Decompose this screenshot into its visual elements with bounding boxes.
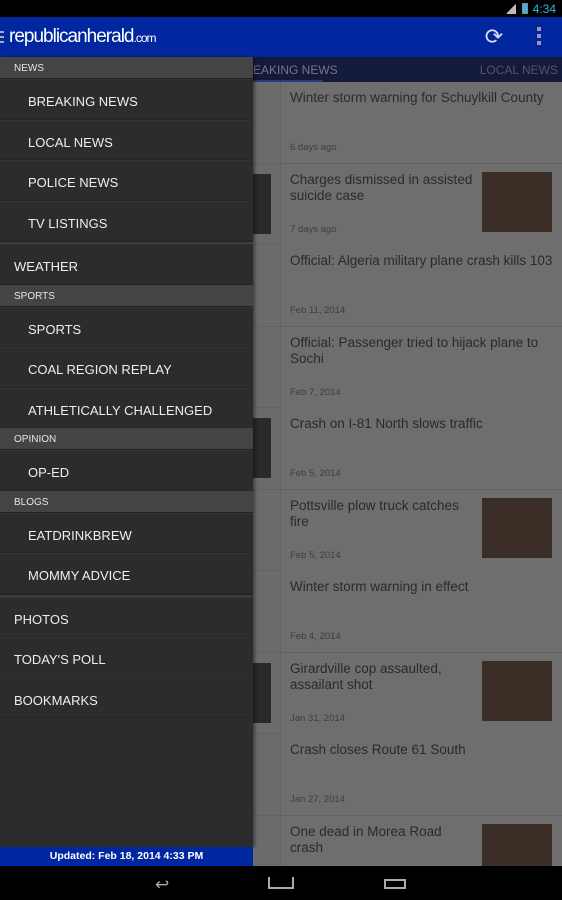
recents-icon[interactable] [384,879,406,889]
article-title: Charges dismissed in assisted suicide ca… [290,171,473,203]
drawer-item-coal-region-replay[interactable]: COAL REGION REPLAY [0,347,253,388]
article-card[interactable]: Winter storm warning for Schuylkill Coun… [280,82,562,163]
drawer-item-weather[interactable]: WEATHER [0,244,253,285]
drawer-item-local-news[interactable]: LOCAL NEWS [0,119,253,160]
article-date: Feb 5, 2014 [290,549,341,561]
drawer-item-sports[interactable]: SPORTS [0,306,253,347]
drawer-item-mommy-advice[interactable]: MOMMY ADVICE [0,553,253,594]
drawer-item-bookmarks[interactable]: BOOKMARKS [0,677,253,718]
article-date: Feb 4, 2014 [290,631,341,642]
action-bar: republicanherald.com ⟳ [0,17,562,57]
article-card[interactable]: Crash on I-81 North slows traffic Feb 5, … [280,408,562,489]
logo-suffix: .com [133,31,157,45]
article-title: One dead in Morea Road crash [290,823,442,855]
article-title: Official: Passenger tried to hijack plan… [290,334,539,366]
clock: 4:34 [532,2,556,16]
article-card[interactable]: Official: Passenger tried to hijack plan… [280,326,562,408]
drawer-item-eatdrinkbrew[interactable]: EATDRINKBREW [0,512,253,553]
drawer-item-breaking-news[interactable]: BREAKING NEWS [0,79,253,120]
article-title: Crash closes Route 61 South [290,742,466,757]
system-nav-bar: ↩ [0,866,562,900]
article-date: Jan 27, 2014 [290,794,345,805]
article-title: Official: Algeria military plane crash k… [290,253,553,268]
article-thumbnail [482,660,552,721]
back-icon[interactable]: ↩ [155,875,169,895]
article-card[interactable]: Winter storm warning in effect Feb 4, 201… [280,571,562,652]
last-updated-label: Updated: Feb 18, 2014 4:33 PM [0,847,253,866]
home-icon[interactable] [268,877,294,889]
article-thumbnail [482,171,552,232]
article-thumbnail [482,497,552,558]
overflow-menu-icon[interactable] [532,27,546,47]
drawer-item-photos[interactable]: PHOTOS [0,596,253,637]
section-header-blogs: BLOGS [0,490,253,513]
drawer-item-police-news[interactable]: POLICE NEWS [0,160,253,201]
partial-thumbnail [253,173,271,234]
article-date: Feb 7, 2014 [290,386,341,398]
drawer-item-athletically-challenged[interactable]: ATHLETICALLY CHALLENGED [0,387,253,428]
article-title: Crash on I-81 North slows traffic [290,416,483,431]
signal-icon [506,4,516,14]
article-card[interactable]: Pottsville plow truck catches fire Feb 5,… [280,489,562,571]
navigation-drawer: NEWS BREAKING NEWS LOCAL NEWS POLICE NEW… [0,57,253,847]
drawer-toggle-icon[interactable] [0,31,4,43]
article-card[interactable]: Charges dismissed in assisted suicide ca… [280,163,562,245]
article-card[interactable]: One dead in Morea Road crash [280,815,562,866]
drawer-item-todays-poll[interactable]: TODAY'S POLL [0,637,253,678]
article-date: Feb 11, 2014 [290,305,346,316]
battery-icon [522,3,528,14]
tab-breaking-news[interactable]: EAKING NEWS [253,63,338,77]
status-bar: 4:34 [0,0,562,17]
article-title: Winter storm warning for Schuylkill Coun… [290,90,544,105]
article-date: 7 days ago [290,223,337,235]
partial-thumbnail [253,662,271,723]
app-logo[interactable]: republicanherald.com [9,26,157,48]
article-title: Winter storm warning in effect [290,579,469,594]
partial-thumbnail [253,418,271,478]
section-header-news: NEWS [0,57,253,79]
drawer-item-op-ed[interactable]: OP-ED [0,450,253,491]
article-date: Jan 31, 2014 [290,712,345,724]
article-card[interactable]: Crash closes Route 61 South Jan 27, 2014 [280,734,562,815]
logo-text: republicanherald [9,26,134,47]
article-title: Girardville cop assaulted, assailant sho… [290,660,442,692]
article-card[interactable]: Girardville cop assaulted, assailant sho… [280,652,562,734]
article-thumbnail [482,823,552,866]
article-date: 6 days ago [290,142,337,153]
section-header-opinion: OPINION [0,428,253,450]
article-title: Pottsville plow truck catches fire [290,497,459,529]
article-date: Feb 5, 2014 [290,468,341,479]
tab-local-news[interactable]: LOCAL NEWS [480,63,558,77]
article-card[interactable]: Official: Algeria military plane crash k… [280,245,562,326]
drawer-item-tv-listings[interactable]: TV LISTINGS [0,200,253,241]
refresh-icon[interactable]: ⟳ [482,25,506,49]
section-header-sports: SPORTS [0,284,253,307]
